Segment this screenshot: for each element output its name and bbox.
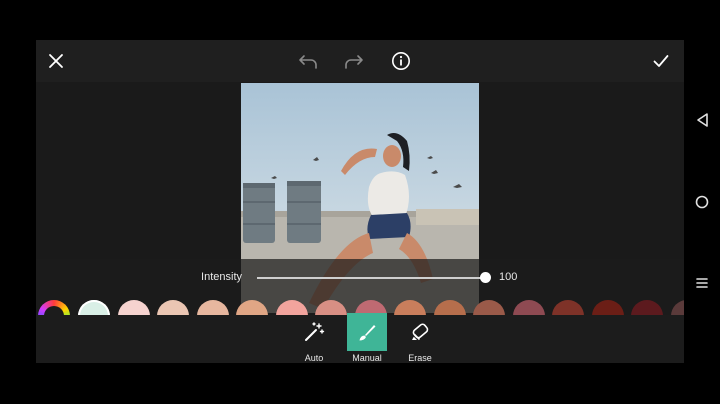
- system-navigation-bar: [684, 0, 720, 404]
- checkmark-icon[interactable]: [651, 51, 671, 71]
- magic-wand-icon: [294, 313, 334, 351]
- recents-menu-icon[interactable]: [694, 275, 710, 291]
- home-circle-icon[interactable]: [694, 194, 710, 210]
- brush-icon: [347, 313, 387, 351]
- info-icon[interactable]: [390, 51, 412, 71]
- eraser-icon: [400, 313, 440, 351]
- back-triangle-icon[interactable]: [694, 112, 710, 128]
- canvas-area: Intensity 100: [36, 82, 684, 357]
- undo-icon[interactable]: [297, 51, 319, 71]
- tool-manual[interactable]: Manual: [347, 313, 387, 363]
- intensity-value: 100: [499, 271, 518, 283]
- tool-auto-label: Auto: [304, 353, 324, 363]
- photo-editor: Intensity 100 Auto Manual Erase: [36, 40, 684, 363]
- top-toolbar: [36, 40, 684, 82]
- tool-erase[interactable]: Erase: [400, 315, 440, 363]
- close-icon[interactable]: [46, 51, 66, 71]
- tool-manual-label: Manual: [352, 353, 382, 363]
- intensity-slider-track[interactable]: [257, 277, 485, 279]
- tool-erase-label: Erase: [408, 353, 432, 363]
- intensity-slider-thumb[interactable]: [480, 272, 491, 283]
- intensity-label: Intensity: [201, 271, 242, 283]
- tool-auto[interactable]: Auto: [294, 315, 334, 363]
- redo-icon[interactable]: [343, 51, 365, 71]
- bottom-toolbar: Auto Manual Erase: [36, 313, 684, 363]
